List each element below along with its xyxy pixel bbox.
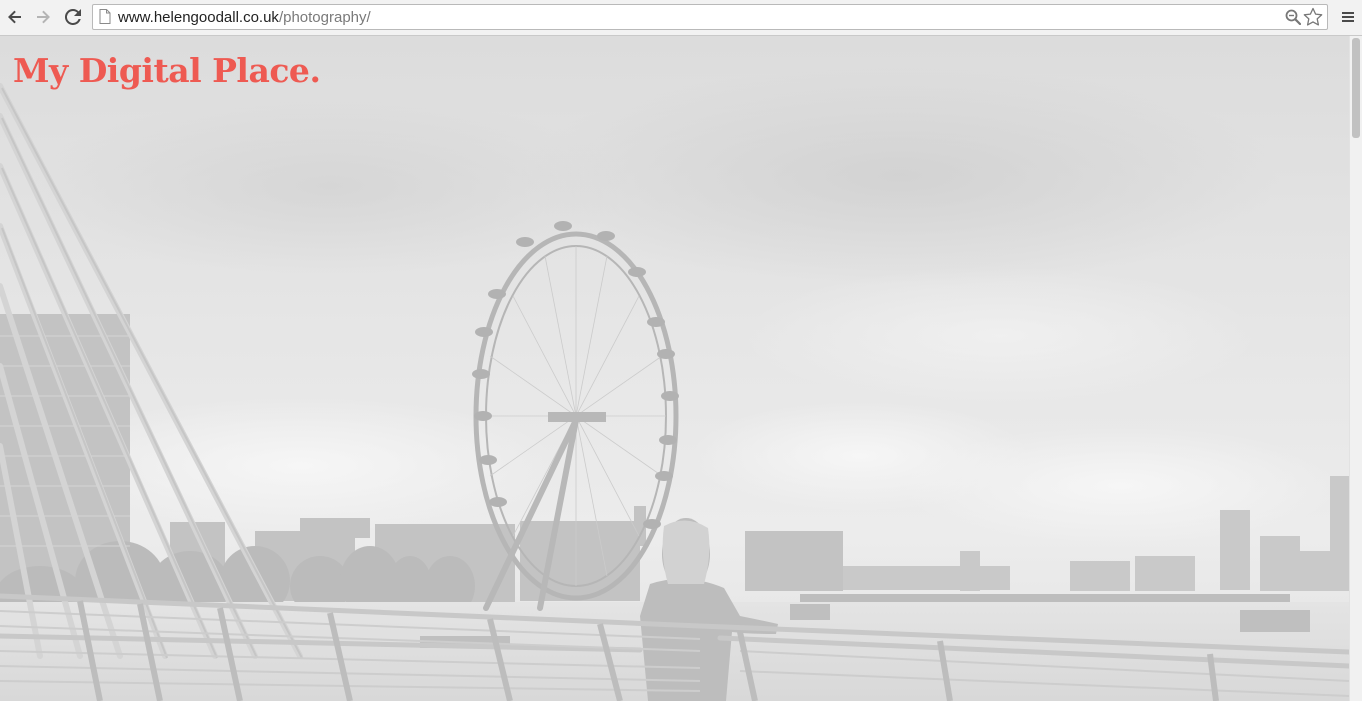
- forward-button[interactable]: [32, 6, 54, 28]
- site-title[interactable]: My Digital Place.: [13, 49, 321, 93]
- reload-button[interactable]: [62, 6, 84, 28]
- back-button[interactable]: [4, 6, 26, 28]
- arrow-left-icon: [8, 10, 21, 24]
- scrollbar-thumb[interactable]: [1352, 38, 1360, 138]
- url-text[interactable]: www.helengoodall.co.uk/photography/: [118, 9, 371, 26]
- browser-toolbar: www.helengoodall.co.uk/photography/: [0, 0, 1362, 36]
- magnifier-icon[interactable]: [1285, 9, 1301, 25]
- site-title-dot: .: [309, 51, 321, 90]
- reload-icon: [65, 9, 81, 25]
- hamburger-menu-icon: [1342, 12, 1354, 22]
- site-title-text: My Digital Place: [13, 51, 310, 90]
- arrow-right-icon: [37, 10, 50, 24]
- hero-photo: [0, 36, 1349, 701]
- page-icon: [99, 9, 111, 24]
- url-host: www.helengoodall.co.uk: [118, 9, 279, 26]
- star-icon[interactable]: [1303, 7, 1323, 27]
- browser-menu-button[interactable]: [1337, 6, 1359, 28]
- browser-window: www.helengoodall.co.uk/photography/ My D…: [0, 0, 1362, 701]
- address-bar[interactable]: www.helengoodall.co.uk/photography/: [92, 4, 1328, 30]
- vertical-scrollbar[interactable]: [1349, 36, 1362, 701]
- url-path: /photography/: [278, 9, 371, 26]
- page-viewport: My Digital Place.: [0, 36, 1349, 701]
